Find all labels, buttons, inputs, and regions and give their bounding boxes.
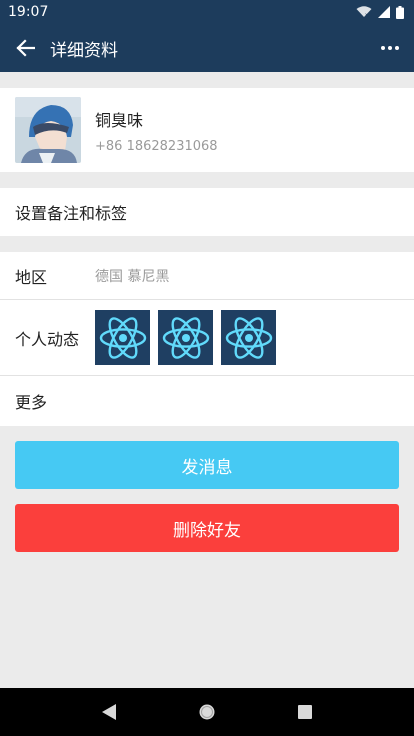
back-button[interactable] [0, 24, 50, 72]
app-bar: 详细资料 [0, 24, 414, 72]
avatar[interactable] [15, 97, 81, 163]
system-nav-bar [0, 688, 414, 736]
react-logo-icon [225, 316, 272, 359]
profile-card[interactable]: 铜臭味 +86 18628231068 [0, 88, 414, 172]
nav-back-icon[interactable] [101, 703, 117, 721]
react-logo-icon [162, 316, 209, 359]
region-value: 德国 慕尼黑 [95, 268, 170, 285]
delete-friend-button[interactable]: 删除好友 [15, 504, 399, 552]
more-row[interactable]: 更多 [0, 376, 414, 426]
profile-phone: +86 18628231068 [95, 138, 218, 154]
more-label: 更多 [15, 393, 48, 412]
region-label: 地区 [15, 267, 48, 287]
nav-home-icon[interactable] [198, 703, 216, 721]
set-remark-and-tags-row[interactable]: 设置备注和标签 [0, 188, 414, 236]
svg-text:x: x [365, 12, 369, 18]
moment-thumbnail[interactable] [221, 310, 276, 365]
moment-thumbnail[interactable] [95, 310, 150, 365]
signal-icon [378, 6, 390, 18]
moments-label: 个人动态 [15, 329, 80, 349]
status-icons: x [356, 5, 404, 19]
send-message-button[interactable]: 发消息 [15, 441, 399, 489]
moments-thumbnails [95, 310, 276, 365]
profile-name: 铜臭味 [95, 110, 144, 130]
moments-row[interactable]: 个人动态 [0, 300, 414, 376]
battery-icon [396, 5, 404, 19]
status-time: 19:07 [8, 4, 49, 20]
status-bar: 19:07 x [0, 0, 414, 24]
info-block: 地区 德国 慕尼黑 个人动态 更多 [0, 252, 414, 426]
page-title: 详细资料 [50, 40, 118, 61]
more-dots-icon [381, 46, 399, 50]
moment-thumbnail[interactable] [158, 310, 213, 365]
region-row: 地区 德国 慕尼黑 [0, 252, 414, 300]
nav-recents-icon[interactable] [297, 704, 313, 720]
arrow-left-icon [16, 39, 35, 57]
remark-label: 设置备注和标签 [15, 204, 128, 223]
wifi-icon: x [356, 6, 372, 18]
react-logo-icon [99, 316, 146, 359]
more-options-button[interactable] [366, 24, 414, 72]
